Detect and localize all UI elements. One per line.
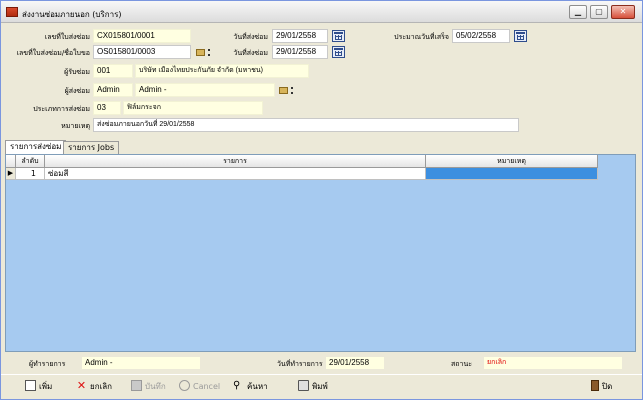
row-indicator-header bbox=[6, 155, 16, 168]
tab-jobs[interactable]: รายการ Jobs bbox=[63, 141, 120, 155]
remark-label: หมายเหตุ bbox=[61, 122, 90, 130]
printer-icon bbox=[298, 380, 309, 391]
save-button[interactable]: บันทึก bbox=[131, 378, 166, 396]
floppy-disk-icon bbox=[131, 380, 142, 391]
repair-type-name-field: ฟิล์มกระจก bbox=[123, 101, 263, 115]
calendar-icon[interactable] bbox=[332, 46, 345, 58]
status-bar: ผู้ทำรายการ Admin - วันที่ทำรายการ 29/01… bbox=[5, 355, 636, 371]
operator-value: Admin - bbox=[81, 356, 201, 370]
binoculars-icon: ⚲ bbox=[233, 380, 241, 391]
remark-field[interactable]: ส่งซ่อมภายนอกวันที่ 29/01/2558 bbox=[93, 118, 519, 132]
est-finish-field[interactable]: 05/02/2558 bbox=[452, 29, 510, 43]
title-bar: ส่งงานซ่อมภายนอก (บริการ) ▁ ▢ ✕ bbox=[1, 1, 642, 23]
est-finish-label: ประมาณวันที่เสร็จ bbox=[394, 33, 449, 41]
items-grid[interactable]: ลำดับ รายการ หมายเหตุ ▶ 1 ซ่อมสี bbox=[5, 154, 636, 352]
request-no-field[interactable]: OS015801/0003 bbox=[93, 45, 191, 59]
cell-no[interactable]: 1 bbox=[16, 168, 45, 180]
column-header-no[interactable]: ลำดับ bbox=[16, 155, 45, 168]
receiver-name-field: บริษัท เมืองไทยประกันภัย จำกัด (มหาชน) bbox=[135, 64, 309, 78]
repair-type-code-field[interactable]: 03 bbox=[93, 101, 121, 115]
row-pointer-icon: ▶ bbox=[6, 168, 16, 180]
cancel-document-button[interactable]: ✕ ยกเลิก bbox=[76, 378, 112, 396]
state-label: สถานะ bbox=[451, 360, 472, 368]
close-window-button[interactable]: ✕ bbox=[611, 5, 635, 19]
lookup-icon[interactable] bbox=[196, 47, 211, 59]
close-button[interactable]: ปิด bbox=[591, 378, 612, 396]
minimize-button[interactable]: ▁ bbox=[569, 5, 587, 19]
repair-date-field[interactable]: 29/01/2558 bbox=[272, 29, 328, 43]
add-button[interactable]: เพิ่ม bbox=[25, 378, 52, 396]
request-no-label: เลขที่ใบส่งซ่อม/ชื่อใบขอ bbox=[16, 49, 90, 57]
calendar-icon[interactable] bbox=[514, 30, 527, 42]
main-window: ส่งงานซ่อมภายนอก (บริการ) ▁ ▢ ✕ เลขที่ใบ… bbox=[0, 0, 643, 400]
receiver-label: ผู้รับซ่อม bbox=[64, 68, 90, 76]
repair-date-label: วันที่ส่งซ่อม bbox=[233, 33, 268, 41]
cell-remark[interactable] bbox=[426, 168, 598, 180]
table-row[interactable]: ▶ 1 ซ่อมสี bbox=[6, 168, 598, 180]
window-title: ส่งงานซ่อมภายนอก (บริการ) bbox=[22, 10, 122, 19]
calendar-icon[interactable] bbox=[332, 30, 345, 42]
new-document-icon bbox=[25, 380, 36, 391]
app-icon bbox=[6, 7, 18, 17]
request-date-label: วันที่ส่งซ่อม bbox=[233, 49, 268, 57]
tab-repair-items[interactable]: รายการส่งซ่อม bbox=[5, 140, 67, 155]
bottom-toolbar: เพิ่ม ✕ ยกเลิก บันทึก Cancel ⚲ ค้นหา พิมพ์… bbox=[1, 374, 642, 400]
grid-header: ลำดับ รายการ หมายเหตุ bbox=[6, 155, 598, 168]
maximize-button[interactable]: ▢ bbox=[590, 5, 608, 19]
repair-no-label: เลขที่ใบส่งซ่อม bbox=[44, 33, 90, 41]
repair-no-field[interactable]: CX015801/0001 bbox=[93, 29, 191, 43]
column-header-remark[interactable]: หมายเหตุ bbox=[426, 155, 598, 168]
sender-label: ผู้ส่งซ่อม bbox=[64, 87, 90, 95]
column-header-item[interactable]: รายการ bbox=[45, 155, 426, 168]
cancel-button[interactable]: Cancel bbox=[179, 378, 220, 396]
request-date-field[interactable]: 29/01/2558 bbox=[272, 45, 328, 59]
sender-name-field: Admin - bbox=[135, 83, 275, 97]
search-button[interactable]: ⚲ ค้นหา bbox=[233, 378, 268, 396]
red-x-icon: ✕ bbox=[76, 379, 87, 392]
operation-date-label: วันที่ทำรายการ bbox=[277, 360, 323, 368]
cell-item[interactable]: ซ่อมสี bbox=[45, 168, 426, 180]
exit-door-icon bbox=[591, 380, 599, 391]
undo-icon bbox=[179, 380, 190, 391]
operator-label: ผู้ทำรายการ bbox=[29, 360, 66, 368]
state-value: ยกเลิก bbox=[483, 356, 623, 370]
lookup-icon[interactable] bbox=[279, 85, 294, 97]
sender-code-field[interactable]: Admin bbox=[93, 83, 133, 97]
operation-date-value: 29/01/2558 bbox=[325, 356, 385, 370]
repair-type-label: ประเภทการส่งซ่อม bbox=[33, 105, 90, 113]
receiver-code-field[interactable]: 001 bbox=[93, 64, 133, 78]
print-button[interactable]: พิมพ์ bbox=[298, 378, 328, 396]
